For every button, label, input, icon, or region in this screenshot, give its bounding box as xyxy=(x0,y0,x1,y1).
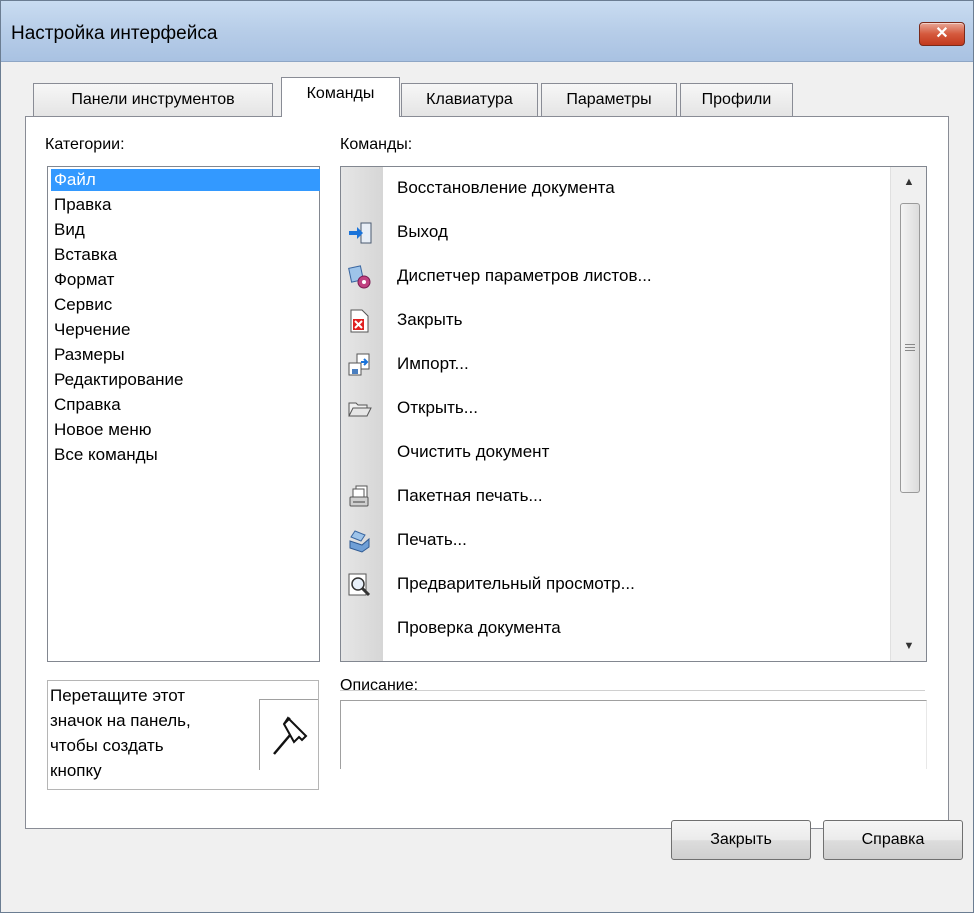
tab-profiles[interactable]: Профили xyxy=(680,83,793,116)
close-document-icon xyxy=(350,309,369,333)
batch-print-icon xyxy=(349,485,369,507)
print-icon xyxy=(349,530,370,553)
hammer-icon[interactable] xyxy=(266,710,312,760)
help-button[interactable]: Справка xyxy=(823,820,963,860)
commands-listbox[interactable]: Восстановление документа Выход Диспетчер… xyxy=(340,166,927,662)
exit-icon xyxy=(349,222,372,244)
command-item[interactable]: Предварительный просмотр... xyxy=(341,565,891,605)
title-bar: Настройка интерфейса ✕ xyxy=(1,1,973,62)
drag-hint-line: кнопку xyxy=(50,761,102,780)
category-item-draw[interactable]: Черчение xyxy=(54,319,131,341)
categories-listbox[interactable]: Файл Правка Вид Вставка Формат Сервис Че… xyxy=(47,166,320,662)
command-item[interactable]: Выход xyxy=(341,213,891,253)
scroll-up-arrow-icon[interactable]: ▲ xyxy=(891,167,926,197)
command-label: Восстановление документа xyxy=(397,178,615,197)
open-folder-icon xyxy=(348,402,372,417)
tab-commands[interactable]: Команды xyxy=(281,77,400,117)
category-item-modify[interactable]: Редактирование xyxy=(54,369,184,391)
customize-dialog: Настройка интерфейса ✕ Панели инструмент… xyxy=(0,0,974,913)
print-preview-icon xyxy=(348,573,371,597)
drag-hint-line: значок на панель, xyxy=(50,711,191,730)
page-setup-manager-icon xyxy=(348,265,371,289)
command-label: Очистить документ xyxy=(397,442,550,461)
scrollbar-thumb[interactable] xyxy=(900,203,920,493)
commands-tab-panel: Категории: Команды: Файл Правка Вид Вста… xyxy=(25,116,949,829)
category-item-new-menu[interactable]: Новое меню xyxy=(54,419,151,441)
command-item[interactable]: Очистить документ xyxy=(341,433,891,473)
close-button[interactable]: Закрыть xyxy=(671,820,811,860)
tab-options[interactable]: Параметры xyxy=(541,83,677,116)
category-item-all-commands[interactable]: Все команды xyxy=(54,444,158,466)
command-item[interactable]: Диспетчер параметров листов... xyxy=(341,257,891,297)
command-label: Открыть... xyxy=(397,398,478,417)
category-item-file[interactable]: Файл xyxy=(51,169,320,191)
description-label: Описание: xyxy=(340,677,419,694)
command-item[interactable]: Восстановление документа xyxy=(341,169,891,209)
category-item-insert[interactable]: Вставка xyxy=(54,244,117,266)
command-item[interactable]: Открыть... xyxy=(341,389,891,429)
category-item-view[interactable]: Вид xyxy=(54,219,85,241)
window-title: Настройка интерфейса xyxy=(11,23,218,44)
command-item[interactable]: Закрыть xyxy=(341,301,891,341)
category-item-format[interactable]: Формат xyxy=(54,269,114,291)
description-separator xyxy=(340,690,925,691)
command-label: Закрыть xyxy=(397,310,463,329)
category-item-edit[interactable]: Правка xyxy=(54,194,111,216)
command-label: Импорт... xyxy=(397,354,469,373)
commands-label: Команды: xyxy=(340,136,413,153)
drag-hint-line: Перетащите этот xyxy=(50,686,186,705)
command-label: Диспетчер параметров листов... xyxy=(397,266,652,285)
tab-keyboard[interactable]: Клавиатура xyxy=(401,83,538,116)
command-label: Пакетная печать... xyxy=(397,486,543,505)
command-item[interactable]: Импорт... xyxy=(341,345,891,385)
categories-label: Категории: xyxy=(45,136,125,153)
command-item[interactable]: Печать... xyxy=(341,521,891,561)
import-icon xyxy=(348,353,370,376)
command-label: Печать... xyxy=(397,530,467,549)
category-item-help[interactable]: Справка xyxy=(54,394,121,416)
commands-scrollbar[interactable]: ▲ ▼ xyxy=(890,167,926,661)
close-window-button[interactable]: ✕ xyxy=(919,22,965,46)
drag-hint-line: чтобы создать xyxy=(50,736,164,755)
description-field xyxy=(340,700,927,769)
scroll-down-arrow-icon[interactable]: ▼ xyxy=(891,631,926,661)
command-label: Предварительный просмотр... xyxy=(397,574,635,593)
tab-toolbars[interactable]: Панели инструментов xyxy=(33,83,273,116)
command-item[interactable]: Проверка документа xyxy=(341,609,891,649)
drag-button-source[interactable] xyxy=(259,699,318,770)
command-item[interactable]: Пакетная печать... xyxy=(341,477,891,517)
category-item-dimensions[interactable]: Размеры xyxy=(54,344,125,366)
command-label: Проверка документа xyxy=(397,618,561,637)
command-label: Выход xyxy=(397,222,448,241)
drag-to-toolbar-area: Перетащите этот значок на панель, чтобы … xyxy=(47,680,319,790)
category-item-tools[interactable]: Сервис xyxy=(54,294,112,316)
